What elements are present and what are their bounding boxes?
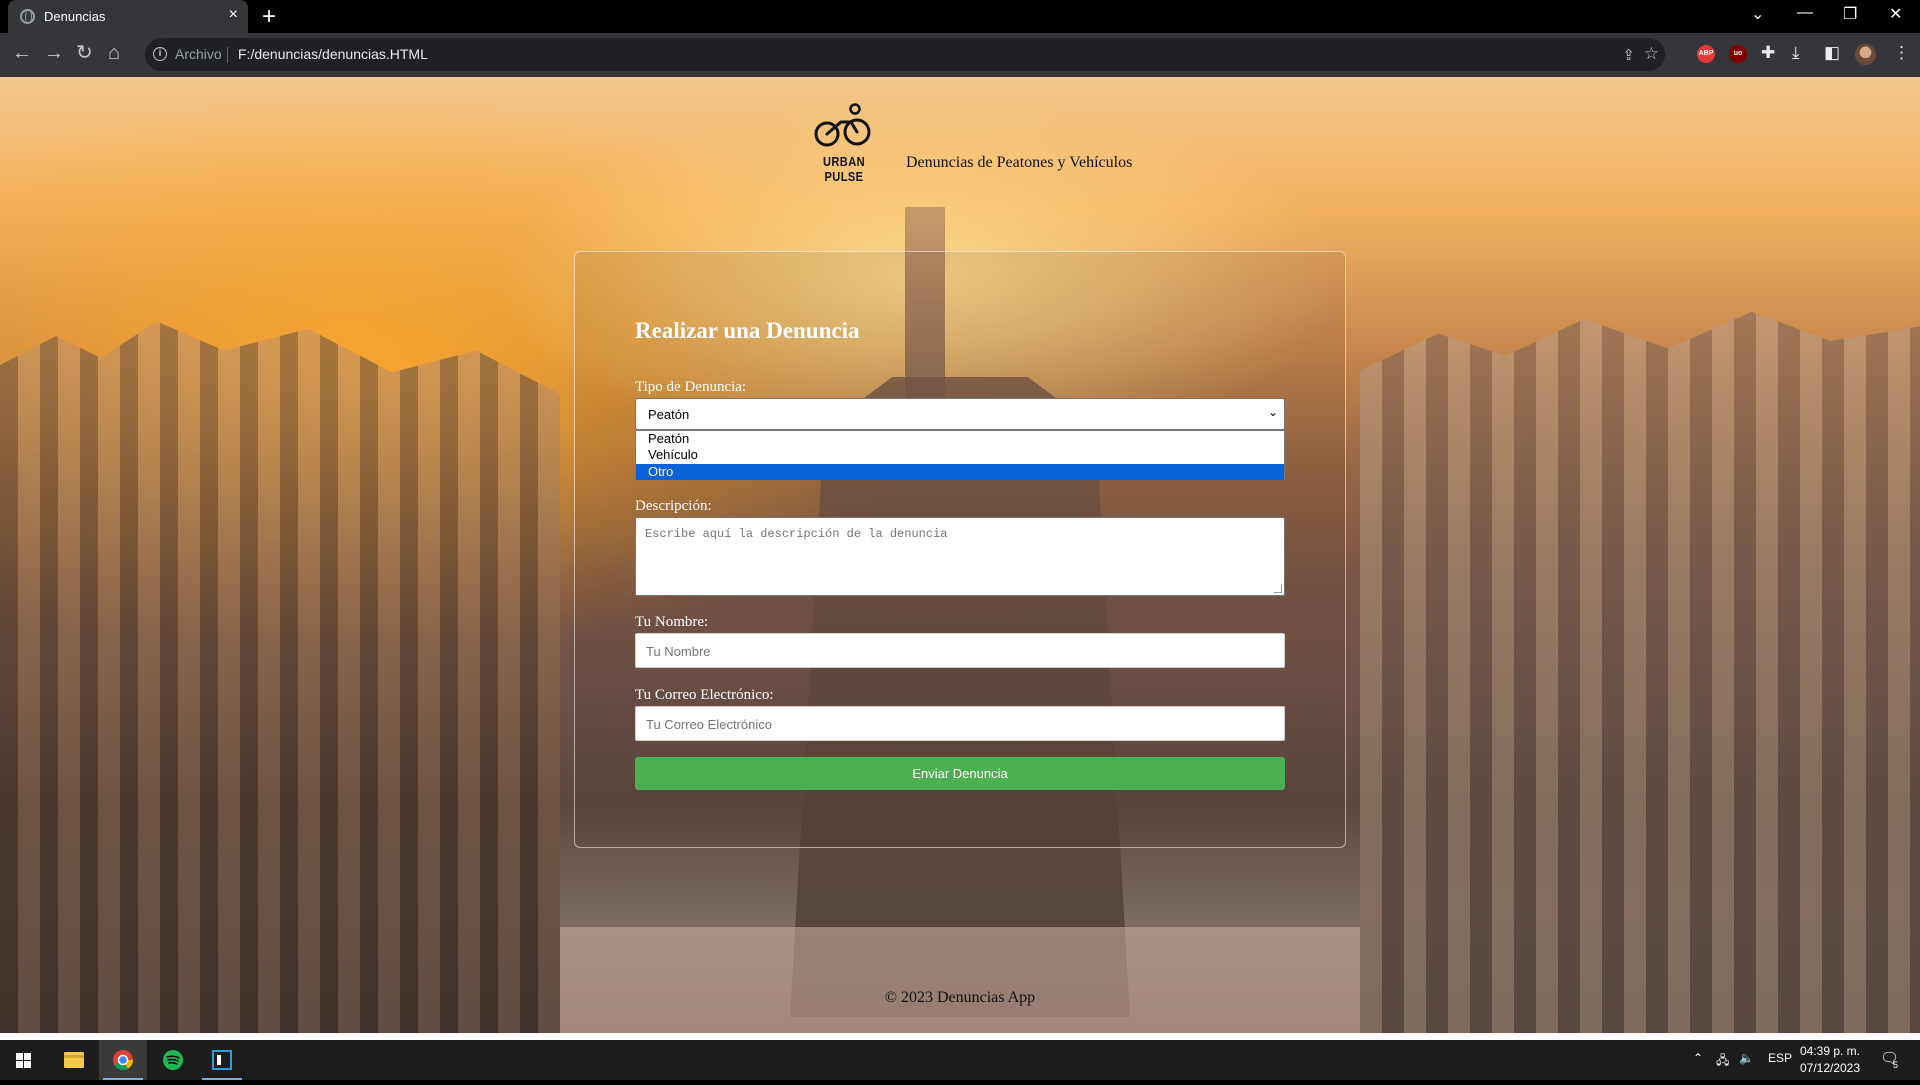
editor-taskbar-button[interactable] xyxy=(198,1040,246,1080)
minimize-button[interactable]: — xyxy=(1797,4,1813,22)
bookmark-star-icon[interactable]: ☆ xyxy=(1644,44,1659,64)
chrome-taskbar-button[interactable] xyxy=(99,1040,147,1080)
taskbar-clock[interactable]: 04:39 p. m. 07/12/2023 xyxy=(1790,1043,1870,1077)
browser-toolbar: ← → ↻ ⌂ i Archivo F:/denuncias/denuncias… xyxy=(0,33,1920,77)
language-indicator[interactable]: ESP xyxy=(1768,1051,1792,1065)
new-tab-button[interactable]: + xyxy=(262,3,276,31)
reload-icon[interactable]: ↻ xyxy=(76,43,93,63)
type-option-vehiculo[interactable]: Vehículo xyxy=(636,447,1284,463)
description-textarea[interactable]: Escribe aquí la descripción de la denunc… xyxy=(635,517,1285,596)
close-window-button[interactable]: ✕ xyxy=(1889,4,1902,24)
page-footer: © 2023 Denuncias App xyxy=(884,989,1036,1006)
download-icon[interactable]: ⤓ xyxy=(1792,43,1800,63)
email-input[interactable]: Tu Correo Electrónico xyxy=(635,706,1285,741)
resize-grip-icon[interactable] xyxy=(1274,585,1282,593)
name-placeholder: Tu Nombre xyxy=(646,644,711,659)
share-icon[interactable]: ⇪ xyxy=(1622,46,1635,64)
spotify-taskbar-button[interactable] xyxy=(149,1040,197,1080)
report-form: Realizar una Denuncia Tipo de Denuncia: … xyxy=(574,251,1346,848)
tab-search-icon[interactable]: ⌄ xyxy=(1751,4,1764,24)
ublock-origin-icon[interactable]: uo xyxy=(1729,45,1747,63)
url-text[interactable]: F:/denuncias/denuncias.HTML xyxy=(238,46,428,62)
profile-avatar[interactable] xyxy=(1855,44,1876,65)
background-plaza xyxy=(560,927,1360,1033)
chrome-icon xyxy=(113,1050,134,1071)
type-select[interactable]: Peatón ⌄ xyxy=(635,398,1285,430)
clock-date: 07/12/2023 xyxy=(1799,1061,1861,1075)
background-city-left xyxy=(0,321,560,1033)
forward-arrow-icon[interactable]: → xyxy=(44,43,64,63)
description-label: Descripción: xyxy=(635,498,712,514)
name-label: Tu Nombre: xyxy=(635,614,709,630)
volume-icon[interactable]: 🔈 xyxy=(1739,1051,1754,1065)
folder-icon xyxy=(64,1052,84,1068)
extensions-puzzle-icon[interactable]: ✚ xyxy=(1761,43,1775,63)
side-panel-icon[interactable]: ◧ xyxy=(1824,43,1840,63)
browser-tab-bar: Denuncias × + ⌄ — ❐ ✕ xyxy=(0,0,1920,33)
brand-logo: URBAN PULSE xyxy=(804,102,884,184)
start-button[interactable] xyxy=(0,1040,48,1080)
file-explorer-button[interactable] xyxy=(50,1040,98,1080)
address-bar[interactable]: i Archivo F:/denuncias/denuncias.HTML ⇪ … xyxy=(145,38,1665,71)
name-input[interactable]: Tu Nombre xyxy=(635,633,1285,668)
type-option-otro[interactable]: Otro xyxy=(636,464,1284,480)
page-viewport: URBAN PULSE Denuncias de Peatones y Vehí… xyxy=(0,77,1920,1033)
info-icon[interactable]: i xyxy=(153,47,167,61)
address-separator xyxy=(227,47,228,63)
tray-chevron-up-icon[interactable]: ⌃ xyxy=(1693,1051,1703,1065)
restore-button[interactable]: ❐ xyxy=(1843,4,1857,24)
clock-time: 04:39 p. m. xyxy=(1799,1044,1861,1058)
page-bottom-border xyxy=(0,1033,1920,1040)
app-window-icon xyxy=(212,1050,232,1070)
type-label: Tipo de Denuncia: xyxy=(635,379,747,395)
spotify-icon xyxy=(163,1050,183,1070)
email-label: Tu Correo Electrónico: xyxy=(635,687,774,703)
type-select-value: Peatón xyxy=(648,407,690,422)
form-title: Realizar una Denuncia xyxy=(635,318,860,343)
type-option-peaton[interactable]: Peatón xyxy=(636,431,1284,447)
email-placeholder: Tu Correo Electrónico xyxy=(646,717,772,732)
chevron-down-icon: ⌄ xyxy=(1267,405,1278,419)
menu-kebab-icon[interactable]: ⋮ xyxy=(1893,43,1910,63)
adblock-plus-icon[interactable]: ABP xyxy=(1697,45,1715,63)
windows-taskbar: ⌃ 🖧 🔈 ESP 04:39 p. m. 07/12/2023 🗨 5 xyxy=(0,1040,1920,1080)
description-placeholder: Escribe aquí la descripción de la denunc… xyxy=(645,527,948,541)
header-subtitle: Denuncias de Peatones y Vehículos xyxy=(906,154,1133,171)
notification-count: 5 xyxy=(1893,1060,1899,1070)
network-icon[interactable]: 🖧 xyxy=(1716,1051,1729,1072)
windows-logo-icon xyxy=(16,1053,31,1068)
tab-close-button[interactable]: × xyxy=(229,6,238,24)
type-dropdown-list: Peatón Vehículo Otro xyxy=(635,430,1285,480)
home-icon[interactable]: ⌂ xyxy=(108,43,120,63)
background-city-right xyxy=(1360,311,1920,1033)
tab-title: Denuncias xyxy=(44,9,106,24)
bicycle-logo-icon xyxy=(814,103,871,147)
back-arrow-icon[interactable]: ← xyxy=(12,43,32,63)
submit-button[interactable]: Enviar Denuncia xyxy=(635,757,1285,790)
tab-denuncias[interactable]: Denuncias × xyxy=(8,0,248,33)
brand-name: URBAN PULSE xyxy=(822,154,866,184)
globe-icon xyxy=(20,9,35,24)
scheme-label: Archivo xyxy=(175,46,222,62)
